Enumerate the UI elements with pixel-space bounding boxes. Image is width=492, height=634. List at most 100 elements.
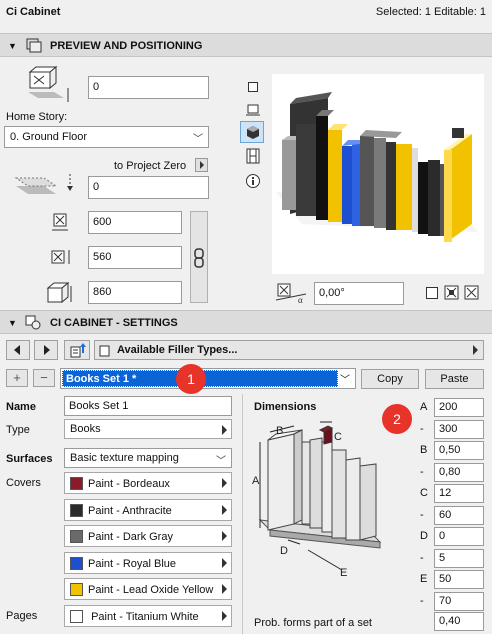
- dimension-key-label: -: [420, 465, 424, 478]
- probability-label: Prob. forms part of a set: [254, 617, 372, 629]
- dimension-value-field[interactable]: 60: [434, 505, 484, 525]
- material-swatch: [70, 556, 83, 570]
- cover-material-popup[interactable]: Paint - Dark Gray: [64, 525, 232, 547]
- height-icon: [46, 282, 72, 304]
- dimension-value-field[interactable]: 0,50: [434, 441, 484, 460]
- triangle-left-icon: [14, 345, 20, 355]
- mirror-x-icon[interactable]: [444, 285, 460, 301]
- preview-section-title: PREVIEW AND POSITIONING: [50, 40, 203, 52]
- books-preview-image: [276, 92, 478, 242]
- dimension-value-field[interactable]: 70: [434, 591, 484, 611]
- 3d-view-button[interactable]: [240, 121, 264, 143]
- dimension-value-field[interactable]: 5: [434, 548, 484, 568]
- material-swatch: [70, 477, 83, 490]
- filler-set-select[interactable]: Books Set 1 * ﹀: [60, 368, 356, 389]
- height-field[interactable]: 860: [88, 281, 182, 304]
- filler-types-list-button[interactable]: [64, 340, 90, 360]
- project-zero-field[interactable]: 0: [88, 176, 209, 199]
- preview-section-icon: [26, 38, 42, 53]
- chevron-down-icon: ﹀: [216, 456, 226, 467]
- diagram-label-a: A: [252, 475, 260, 487]
- previous-button[interactable]: [6, 340, 30, 360]
- material-swatch: [70, 530, 83, 543]
- dimension-value-field[interactable]: 50: [434, 570, 484, 589]
- cover-material-label: Paint - Royal Blue: [88, 557, 177, 570]
- width-field[interactable]: 600: [88, 211, 182, 234]
- cover-material-popup[interactable]: Paint - Royal Blue: [64, 551, 232, 574]
- triangle-right-icon: [222, 531, 227, 541]
- chevron-down-icon: ﹀: [340, 375, 350, 386]
- elevation-icon: [28, 66, 69, 102]
- dimension-key-label: -: [420, 594, 424, 607]
- type-popup[interactable]: Books: [64, 419, 232, 439]
- depth-field[interactable]: 560: [88, 246, 182, 269]
- dimension-value-field[interactable]: 0: [434, 527, 484, 546]
- pages-label: Pages: [6, 610, 38, 622]
- type-label: Type: [6, 424, 30, 436]
- collapse-arrow-icon[interactable]: ▼: [8, 41, 17, 51]
- remove-set-button[interactable]: −: [33, 369, 55, 387]
- project-zero-label: to Project Zero: [114, 160, 187, 172]
- collapse-arrow-icon[interactable]: ▼: [8, 318, 17, 328]
- filler-type-icon: [99, 345, 110, 357]
- selection-status: Selected: 1 Editable: 1: [375, 6, 486, 18]
- minus-icon: −: [40, 370, 48, 385]
- paste-button[interactable]: Paste: [425, 369, 484, 389]
- film-strip-icon[interactable]: [245, 148, 261, 164]
- triangle-right-icon: [222, 425, 227, 435]
- elevation-field[interactable]: 0: [88, 76, 209, 99]
- plain-view-toggle[interactable]: [426, 287, 438, 299]
- available-filler-types-popup[interactable]: Available Filler Types...: [94, 340, 484, 360]
- chevron-down-icon: ﹀: [193, 134, 203, 145]
- section-view-icon[interactable]: [245, 102, 261, 118]
- diagram-label-e: E: [340, 567, 347, 579]
- diagram-label-c: C: [334, 431, 342, 443]
- books-dimensions-diagram: A B C D E: [252, 421, 382, 579]
- dimension-key-label: B: [420, 444, 428, 456]
- mirror-y-icon[interactable]: [464, 285, 480, 301]
- triangle-right-icon: [222, 557, 227, 568]
- home-story-select[interactable]: 0. Ground Floor ﹀: [4, 126, 209, 148]
- triangle-right-icon: [222, 611, 227, 621]
- project-zero-popup-button[interactable]: [195, 158, 208, 172]
- dimension-key-label: E: [420, 573, 428, 585]
- cover-material-popup[interactable]: Paint - Lead Oxide Yellow: [64, 578, 232, 600]
- cover-material-popup[interactable]: Paint - Bordeaux: [64, 472, 232, 494]
- surfaces-label: Surfaces: [6, 453, 53, 465]
- next-button[interactable]: [34, 340, 58, 360]
- project-zero-icon: [14, 174, 73, 194]
- dimension-key-label: C: [420, 487, 428, 499]
- pages-material-popup[interactable]: Paint - Titanium White: [64, 605, 232, 627]
- probability-field[interactable]: 0,40: [434, 612, 484, 631]
- link-dimensions-toggle[interactable]: [190, 211, 208, 303]
- panel-title: Ci Cabinet: [6, 6, 61, 18]
- add-set-button[interactable]: +: [6, 369, 28, 387]
- dimension-value-field[interactable]: 12: [434, 484, 484, 503]
- rotation-angle-field[interactable]: 0,00°: [314, 282, 404, 305]
- callout-badge-1: 1: [176, 364, 206, 394]
- name-field[interactable]: Books Set 1: [64, 396, 232, 416]
- material-swatch: [70, 503, 83, 517]
- chain-link-icon: [194, 248, 204, 268]
- type-value: Books: [70, 423, 101, 435]
- covers-label: Covers: [6, 477, 41, 489]
- settings-section-title: CI CABINET - SETTINGS: [50, 317, 178, 329]
- settings-section-header[interactable]: ▼ CI CABINET - SETTINGS: [0, 310, 492, 334]
- dimension-value-field[interactable]: 300: [434, 419, 484, 439]
- preview-section-header[interactable]: ▼ PREVIEW AND POSITIONING: [0, 33, 492, 57]
- dimension-value-field[interactable]: 0,80: [434, 462, 484, 482]
- cover-material-popup[interactable]: Paint - Anthracite: [64, 498, 232, 521]
- surfaces-select[interactable]: Basic texture mapping ﹀: [64, 448, 232, 468]
- dimension-key-label: -: [420, 551, 424, 564]
- cover-material-label: Paint - Dark Gray: [88, 531, 173, 543]
- material-swatch: [70, 583, 83, 596]
- triangle-right-icon: [44, 345, 50, 355]
- dimension-value-field[interactable]: 200: [434, 398, 484, 417]
- 3d-preview: [272, 74, 484, 274]
- copy-button[interactable]: Copy: [361, 369, 419, 389]
- info-icon[interactable]: [245, 173, 261, 189]
- list-upload-icon: [70, 343, 86, 358]
- width-icon: [52, 213, 68, 231]
- floor-plan-view-icon[interactable]: [248, 82, 258, 92]
- cover-material-label: Paint - Bordeaux: [88, 478, 170, 490]
